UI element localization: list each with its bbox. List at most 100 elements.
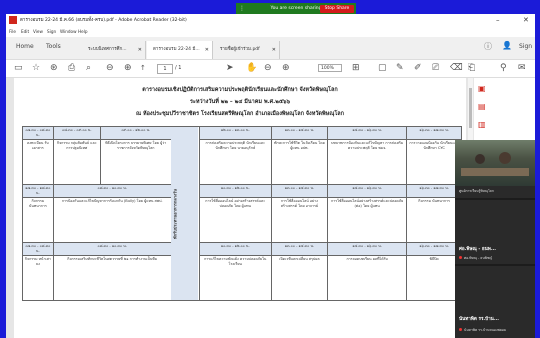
menu-view[interactable]: View	[33, 29, 43, 34]
title-bar: ตารางอบรม 22-24 มี.ค.66 (อบรมทั้ง-ครบ).p…	[6, 14, 535, 28]
activity-cell: การป้องกันและแก้ไขปัญหาการรังแกกัน (Bull…	[52, 197, 172, 243]
page-number-input[interactable]: 1	[157, 64, 173, 74]
toolbar: ▭ ☆ ⊛ ⎙ ⌕ ⊖ ⊕ ↑ 1 / 1 ➤ ✋ ⊖ ⊕ 100% ⊞ ▢ ✎…	[6, 60, 535, 78]
hand-tool-icon[interactable]: ✋	[246, 63, 257, 73]
menu-help[interactable]: Help	[78, 29, 88, 34]
activity-cell: เปิดเวทีแลกเปลี่ยน สรุปผล	[270, 255, 329, 301]
attach-icon[interactable]: ⎗	[468, 63, 475, 73]
activity-cell: กิจกรรม นันทนาการ	[22, 197, 54, 243]
minimize-button[interactable]: –	[496, 16, 500, 24]
comment-icon[interactable]: ▢	[378, 63, 387, 73]
next-page-icon[interactable]: ⊕	[124, 63, 132, 73]
tab-tools[interactable]: Tools	[46, 43, 61, 50]
participant-subname: นันทาพิต รร.บ้านหนองพยอม	[459, 328, 506, 333]
time-cell: ๑๖.๓๐ - ๑๗.๓๐ น.	[406, 126, 462, 140]
time-cell: ๑๖.๓๐ - ๑๗.๓๐ น.	[406, 184, 462, 198]
participant-tile[interactable]: ศูนย์การเรียนรู้พิษณุโลก	[455, 140, 535, 198]
tab-home[interactable]: Home	[16, 43, 34, 50]
edit-pdf-icon[interactable]: ▤	[474, 102, 535, 116]
menu-edit[interactable]: Edit	[21, 29, 29, 34]
schedule-table: ๐๗.๓๐ - ๐๘.๓๐ น. ๐๘.๓๐ - ๐๙.๐๐ น. ๐๙.๐๐ …	[22, 126, 462, 301]
draw-icon[interactable]: ✐	[414, 63, 422, 73]
menu-window[interactable]: Window	[60, 29, 77, 34]
activity-cell: การส่งเสริมความประพฤติ นักเรียนและนักศึก…	[198, 139, 272, 185]
table-row: กิจกรรม หน้าเสาธง กิจกรรมเสริมทักษะชีวิต…	[22, 255, 462, 301]
time-cell: ๑๓.๐๐ - ๑๔.๓๐ น.	[270, 184, 329, 198]
participant-tile[interactable]: ศอ.พิษณุ - ธนพ... ศอ.พิษณุ - ธนพิชญ์	[455, 200, 535, 264]
doc-tab-label: ระบบนิเทศการศึก...	[88, 47, 127, 52]
share-icon[interactable]: ⊛	[50, 63, 58, 73]
person-silhouette	[499, 152, 511, 164]
time-cell: ๑๔.๓๐ - ๑๖.๓๐ น.	[327, 126, 408, 140]
doc-tab-1[interactable]: ระบบนิเทศการศึก... ✕	[82, 41, 146, 59]
doc-heading-3: ณ ห้องประชุมปวีราชาชิตร โรงเรียนสตรีพิษณ…	[135, 111, 345, 117]
table-row: กิจกรรม นันทนาการ การป้องกันและแก้ไขปัญห…	[22, 197, 462, 243]
participant-tile[interactable]: นันทาพิต รร.บ้าน... นันทาพิต รร.บ้านหนอง…	[455, 266, 535, 338]
screen-share-bar: ⋮ You are screen sharing Stop Share	[236, 3, 356, 14]
muted-mic-icon	[459, 256, 462, 259]
activity-cell: การแก้ไขความขัดแย้ง ความปลอดภัยในโรงเรีย…	[198, 255, 272, 301]
time-cell: ๐๘.๓๐ - ๐๙.๐๐ น.	[52, 126, 101, 140]
zoom-out-icon[interactable]: ⊖	[264, 63, 272, 73]
doc-tab-label: ตารางอบรม 22-24 มี...	[153, 47, 200, 52]
doc-heading-2: ระหว่างวันที่ ๒๒ – ๒๔ มีนาคม พ.ศ.๒๕๖๖	[189, 99, 291, 105]
doc-tab-2[interactable]: ตารางอบรม 22-24 มี... ✕	[147, 41, 213, 59]
close-button[interactable]: ✕	[523, 16, 529, 24]
erase-icon[interactable]: ⌫	[450, 63, 463, 73]
select-cursor-icon[interactable]: ➤	[226, 63, 234, 73]
pdf-page: ตารางอบรมเชิงปฏิบัติการเสริมความประพฤติน…	[14, 78, 466, 338]
save-icon[interactable]: ▭	[14, 63, 23, 73]
activity-cell: กิจกรรม หน้าเสาธง	[22, 255, 54, 301]
menu-file[interactable]: File	[9, 29, 16, 34]
participant-subname: ศอ.พิษณุ - ธนพิชญ์	[459, 256, 492, 261]
table-row: ๑๗.๓๐ - ๑๘.๓๐ น. ๐๘.๓๐ - ๑๐.๓๐ น. ๑๐.๓๐ …	[22, 184, 462, 198]
close-tab-icon[interactable]: ✕	[205, 41, 209, 59]
profile-icon[interactable]: 👤	[502, 41, 512, 50]
time-cell: ๑๔.๓๐ - ๑๖.๓๐ น.	[327, 184, 408, 198]
activity-cell: การใช้สื่อออนไลน์ อย่างสร้างสรรค์ โดย อา…	[270, 197, 329, 243]
zoom-in-icon[interactable]: ⊕	[282, 63, 290, 73]
scrollbar-thumb[interactable]	[469, 88, 472, 128]
highlight-pen-icon[interactable]: ✎	[396, 63, 404, 73]
find-icon[interactable]: ⌕	[86, 63, 91, 73]
close-tab-icon[interactable]: ✕	[272, 41, 276, 59]
activity-cell: กิจกรรม นันทนาการ	[406, 197, 462, 243]
close-tab-icon[interactable]: ✕	[138, 41, 142, 59]
fit-page-icon[interactable]: ⊞	[352, 63, 360, 73]
doc-heading-1: ตารางอบรมเชิงปฏิบัติการเสริมความประพฤติน…	[142, 87, 338, 93]
window-title: ตารางอบรม 22-24 มี.ค.66 (อบรมทั้ง-ครบ).p…	[20, 18, 187, 23]
time-cell: ๑๐.๓๐ - ๑๒.๐๐ น.	[198, 184, 272, 198]
create-pdf-icon[interactable]: ▥	[474, 120, 535, 134]
lunch-break-vertical: พักรับประทานอาหารกลางวัน	[171, 126, 200, 301]
export-pdf-icon[interactable]: ▣	[474, 84, 535, 98]
table-row: ๐๗.๓๐ - ๐๘.๓๐ น. ๐๘.๓๐ - ๑๐.๓๐ น. ๑๐.๓๐ …	[22, 242, 462, 256]
stop-share-button[interactable]: Stop Share	[320, 4, 354, 13]
email-icon[interactable]: ✉	[518, 63, 526, 73]
stamp-icon[interactable]: ⎚	[432, 63, 439, 73]
activity-cell: การใช้สื่อออนไลน์อย่างสร้างสรรค์และปลอดภ…	[327, 197, 408, 243]
help-icon[interactable]: ⓘ	[484, 41, 492, 52]
menu-bar: File Edit View Sign Window Help	[6, 28, 535, 36]
participant-name: นันทาพิต รร.บ้าน...	[459, 317, 500, 322]
time-cell: ๐๙.๐๐ - ๑๒.๐๐ น.	[99, 126, 172, 140]
menu-sign[interactable]: Sign	[47, 29, 56, 34]
doc-tab-3[interactable]: รายชื่อผู้เข้าร่วม.pdf ✕	[214, 41, 280, 59]
acrobat-app-icon	[9, 16, 17, 24]
zoom-select[interactable]: 100%	[318, 64, 342, 72]
sign-button[interactable]: Sign	[519, 43, 532, 50]
meeting-table	[461, 168, 529, 176]
activity-cell: พิธีปิด	[406, 255, 462, 301]
sharing-status-text: You are screen sharing	[270, 6, 322, 11]
print-icon[interactable]: ⎙	[68, 63, 75, 73]
time-cell: ๐๗.๓๐ - ๐๘.๓๐ น.	[22, 242, 54, 256]
activity-cell: บทบาทการป้องกันและแก้ไขปัญหา การส่งเสริม…	[327, 139, 408, 185]
time-cell: ๑๓.๐๐ - ๑๔.๓๐ น.	[270, 126, 329, 140]
stamp-tool-icon[interactable]: ⚲	[500, 63, 507, 73]
page-nav-icon[interactable]: ↑	[140, 63, 146, 73]
doc-tab-label: รายชื่อผู้เข้าร่วม.pdf	[220, 47, 260, 52]
drag-handle-icon[interactable]: ⋮	[239, 5, 245, 12]
prev-page-icon[interactable]: ⊖	[106, 63, 114, 73]
table-row: ๐๗.๓๐ - ๐๘.๓๐ น. ๐๘.๓๐ - ๐๙.๐๐ น. ๐๙.๐๐ …	[22, 126, 462, 301]
video-participants-panel: ศูนย์การเรียนรู้พิษณุโลก ศอ.พิษณุ - ธนพ.…	[455, 140, 535, 338]
bookmark-star-icon[interactable]: ☆	[32, 63, 40, 73]
